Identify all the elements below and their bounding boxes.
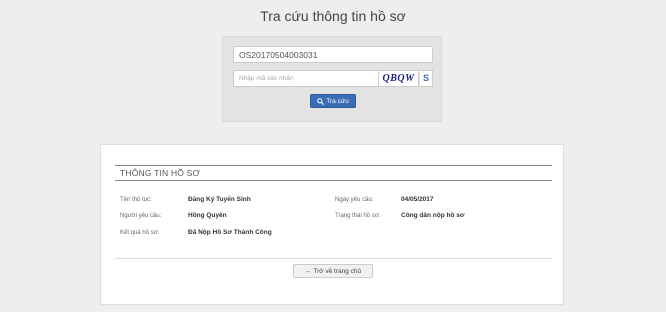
status-label: Trạng thái hồ sơ: [335, 213, 381, 219]
requester-label: Người yêu cầu: [120, 213, 162, 219]
search-icon [317, 97, 325, 105]
procedure-name-value: Đăng Ký Tuyển Sinh [188, 196, 251, 203]
search-button[interactable]: Tra cứu [310, 94, 356, 108]
procedure-name-label: Tên thủ tục: [120, 197, 152, 203]
arrow-left-icon: ← [304, 267, 312, 275]
result-label: Kết quả hồ sơ: [120, 230, 160, 236]
search-panel: QBQW S Tra cứu [222, 36, 442, 122]
result-value: Đã Nộp Hồ Sơ Thành Công [188, 229, 272, 236]
captcha-image: QBQW [379, 70, 419, 87]
status-value: Công dân nộp hồ sơ [401, 212, 465, 219]
captcha-input[interactable] [233, 70, 379, 87]
refresh-icon[interactable]: S [420, 70, 433, 87]
profile-info-card: THÔNG TIN HỒ SƠ Tên thủ tục: Đăng Ký Tuy… [100, 144, 564, 305]
search-button-label: Tra cứu [326, 97, 349, 105]
request-date-label: Ngày yêu cầu: [335, 197, 374, 203]
section-title: THÔNG TIN HỒ SƠ [115, 165, 552, 181]
footer-divider [115, 258, 552, 259]
back-home-button[interactable]: ← Trở về trang chủ [293, 264, 373, 278]
page-title: Tra cứu thông tin hồ sơ [260, 8, 406, 24]
back-home-label: Trở về trang chủ [313, 267, 362, 275]
profile-code-input[interactable] [233, 46, 433, 63]
requester-value: Hồng Quyên [188, 212, 227, 219]
request-date-value: 04/05/2017 [401, 196, 434, 203]
